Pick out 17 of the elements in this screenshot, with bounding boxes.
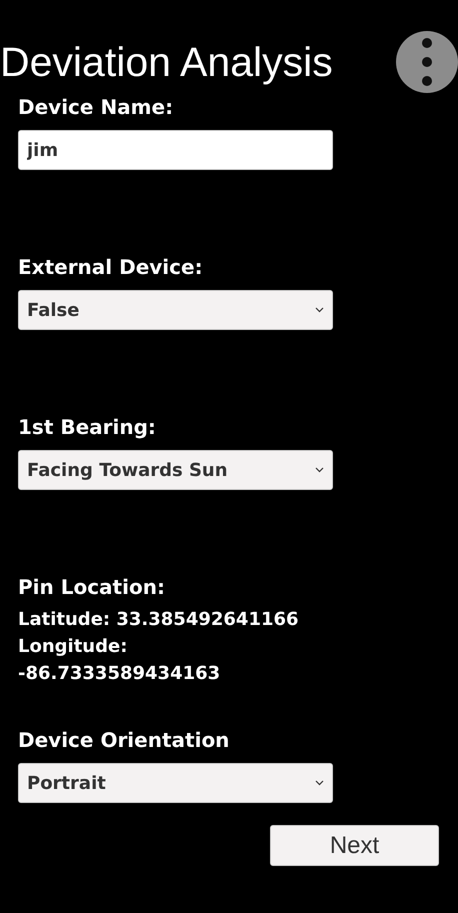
latitude-text: Latitude: 33.385492641166 [18, 608, 300, 632]
caret-icon [315, 780, 324, 786]
field-label: Device Name: [18, 94, 174, 120]
field-label: External Device: [18, 254, 204, 280]
caret-icon [315, 307, 324, 313]
field-label: 1st Bearing: [18, 414, 157, 440]
next-button[interactable]: Next [270, 825, 439, 866]
page-title: Deviation Analysis [0, 42, 333, 82]
dropdown[interactable]: False [18, 290, 333, 330]
field-label: Device Orientation [18, 727, 230, 753]
more-menu-icon[interactable] [395, 30, 458, 94]
dropdown[interactable]: Portrait [18, 763, 333, 803]
section-label: Pin Location: [18, 574, 166, 600]
caret-icon [315, 467, 324, 473]
dropdown[interactable]: Facing Towards Sun [18, 450, 333, 490]
longitude-label: Longitude: [18, 635, 128, 659]
longitude-value: -86.7333589434163 [18, 662, 222, 686]
